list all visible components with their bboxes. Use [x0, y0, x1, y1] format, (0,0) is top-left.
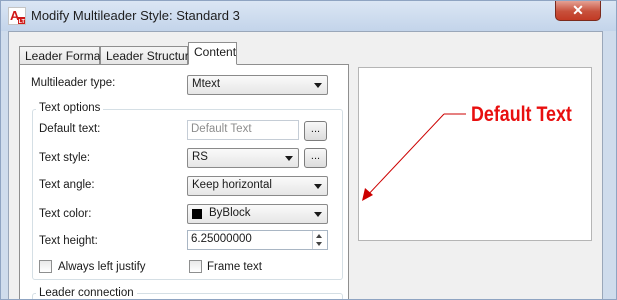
title-bar[interactable]: A LT Modify Multileader Style: Standard …: [1, 1, 616, 31]
tab-label: Leader Format: [25, 49, 104, 63]
autocad-lt-icon: A LT: [8, 7, 26, 25]
text-style-value: RS: [192, 151, 208, 163]
chevron-down-icon: [285, 156, 293, 161]
tab-leader-structure[interactable]: Leader Structure: [100, 46, 195, 66]
spin-down-icon[interactable]: [316, 242, 322, 246]
default-text-label: Default text:: [39, 123, 101, 135]
text-color-label: Text color:: [39, 208, 92, 220]
text-style-browse-button[interactable]: ...: [304, 148, 327, 168]
always-left-justify-label: Always left justify: [58, 261, 146, 273]
multileader-type-dropdown[interactable]: Mtext: [187, 75, 328, 95]
text-angle-dropdown[interactable]: Keep horizontal: [187, 176, 328, 196]
text-style-label: Text style:: [39, 152, 91, 164]
window-title: Modify Multileader Style: Standard 3: [31, 8, 240, 23]
text-angle-value: Keep horizontal: [192, 179, 272, 191]
tab-label: Leader Structure: [106, 49, 196, 63]
text-color-value: ByBlock: [209, 207, 251, 219]
multileader-type-label: Multileader type:: [31, 77, 116, 89]
close-icon: ✕: [572, 2, 584, 18]
text-options-title: Text options: [36, 102, 104, 114]
color-swatch: [192, 209, 202, 219]
dialog-window: A LT Modify Multileader Style: Standard …: [0, 0, 617, 300]
text-height-field[interactable]: 6.25000000: [187, 230, 328, 250]
default-text-browse-button[interactable]: ...: [304, 121, 327, 141]
text-color-dropdown[interactable]: ByBlock: [187, 204, 328, 224]
preview-default-text: Default Text: [471, 103, 572, 126]
text-height-spinner[interactable]: [312, 231, 327, 249]
close-button[interactable]: ✕: [555, 1, 601, 21]
svg-text:LT: LT: [19, 19, 26, 25]
arrowhead-icon: [362, 188, 373, 201]
tab-label: Content: [194, 45, 237, 59]
multileader-type-value: Mtext: [192, 78, 221, 90]
chevron-down-icon: [314, 184, 322, 189]
window-right-border: [603, 31, 616, 299]
frame-text-label: Frame text: [207, 261, 262, 273]
leader-line: [364, 113, 445, 199]
text-height-value: 6.25000000: [191, 233, 252, 245]
default-text-field[interactable]: Default Text: [187, 120, 299, 140]
chevron-down-icon: [314, 212, 322, 217]
preview-leader-drawing: [362, 113, 466, 201]
spin-up-icon[interactable]: [316, 234, 322, 238]
text-angle-label: Text angle:: [39, 179, 95, 191]
tab-content[interactable]: Content: [188, 42, 237, 65]
text-style-dropdown[interactable]: RS: [187, 148, 299, 168]
frame-text-checkbox[interactable]: [189, 260, 202, 273]
always-left-justify-checkbox[interactable]: [39, 260, 52, 273]
chevron-down-icon: [314, 83, 322, 88]
leader-connection-title: Leader connection: [36, 287, 137, 299]
text-height-label: Text height:: [39, 235, 98, 247]
tab-leader-format[interactable]: Leader Format: [19, 46, 104, 66]
